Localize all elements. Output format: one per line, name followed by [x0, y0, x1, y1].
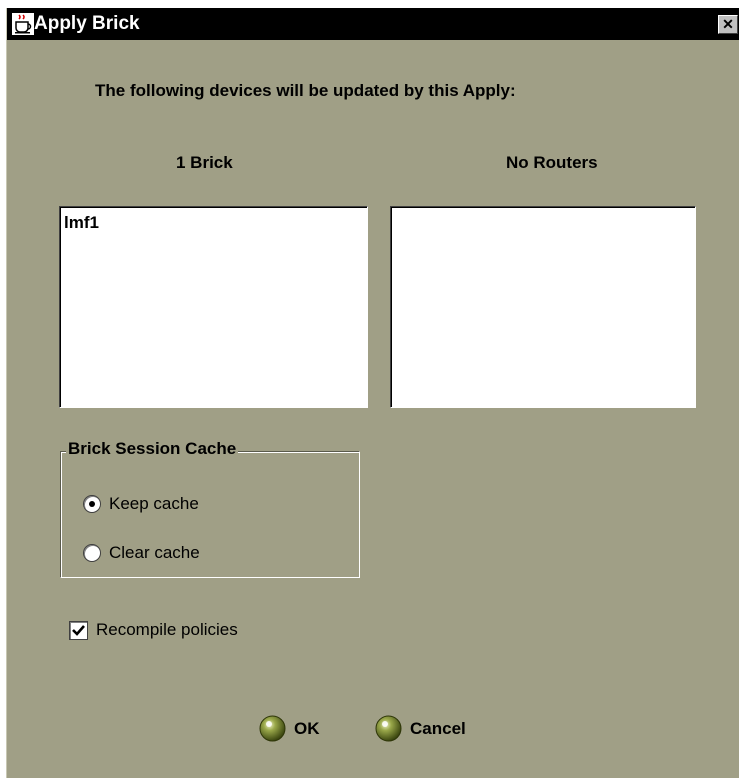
- close-icon: ✕: [722, 16, 734, 32]
- clear-cache-radio[interactable]: [83, 544, 101, 562]
- keep-cache-label[interactable]: Keep cache: [109, 494, 199, 514]
- routers-list[interactable]: [390, 206, 696, 408]
- recompile-label[interactable]: Recompile policies: [96, 620, 238, 640]
- clear-cache-label[interactable]: Clear cache: [109, 543, 200, 563]
- ok-label[interactable]: OK: [294, 719, 320, 739]
- list-item[interactable]: lmf1: [64, 213, 99, 233]
- ok-button[interactable]: OK: [259, 715, 320, 742]
- session-cache-legend: Brick Session Cache: [66, 439, 239, 459]
- session-cache-group: Brick Session Cache Keep cache Clear cac…: [60, 439, 360, 578]
- keep-cache-radio[interactable]: [83, 495, 101, 513]
- routers-column-label: No Routers: [506, 153, 598, 172]
- window-title: Apply Brick: [34, 13, 140, 34]
- brick-list[interactable]: lmf1: [59, 206, 368, 408]
- keep-cache-option[interactable]: Keep cache: [83, 494, 199, 514]
- cancel-button[interactable]: Cancel: [375, 715, 466, 742]
- close-button[interactable]: ✕: [718, 15, 738, 34]
- update-heading: The following devices will be updated by…: [95, 81, 516, 100]
- checkmark-icon: [72, 624, 85, 636]
- apply-brick-dialog: Apply Brick ✕ The following devices will…: [6, 8, 739, 778]
- brick-column-label: 1 Brick: [176, 153, 233, 172]
- java-cup-icon: [12, 13, 34, 35]
- radio-selected-dot: [89, 501, 95, 507]
- recompile-policies-option[interactable]: Recompile policies: [69, 620, 238, 640]
- clear-cache-option[interactable]: Clear cache: [83, 543, 200, 563]
- recompile-checkbox[interactable]: [69, 620, 88, 640]
- orb-button-icon: [375, 715, 402, 742]
- title-bar[interactable]: Apply Brick ✕: [7, 8, 739, 40]
- orb-button-icon: [259, 715, 286, 742]
- cancel-label[interactable]: Cancel: [410, 719, 466, 739]
